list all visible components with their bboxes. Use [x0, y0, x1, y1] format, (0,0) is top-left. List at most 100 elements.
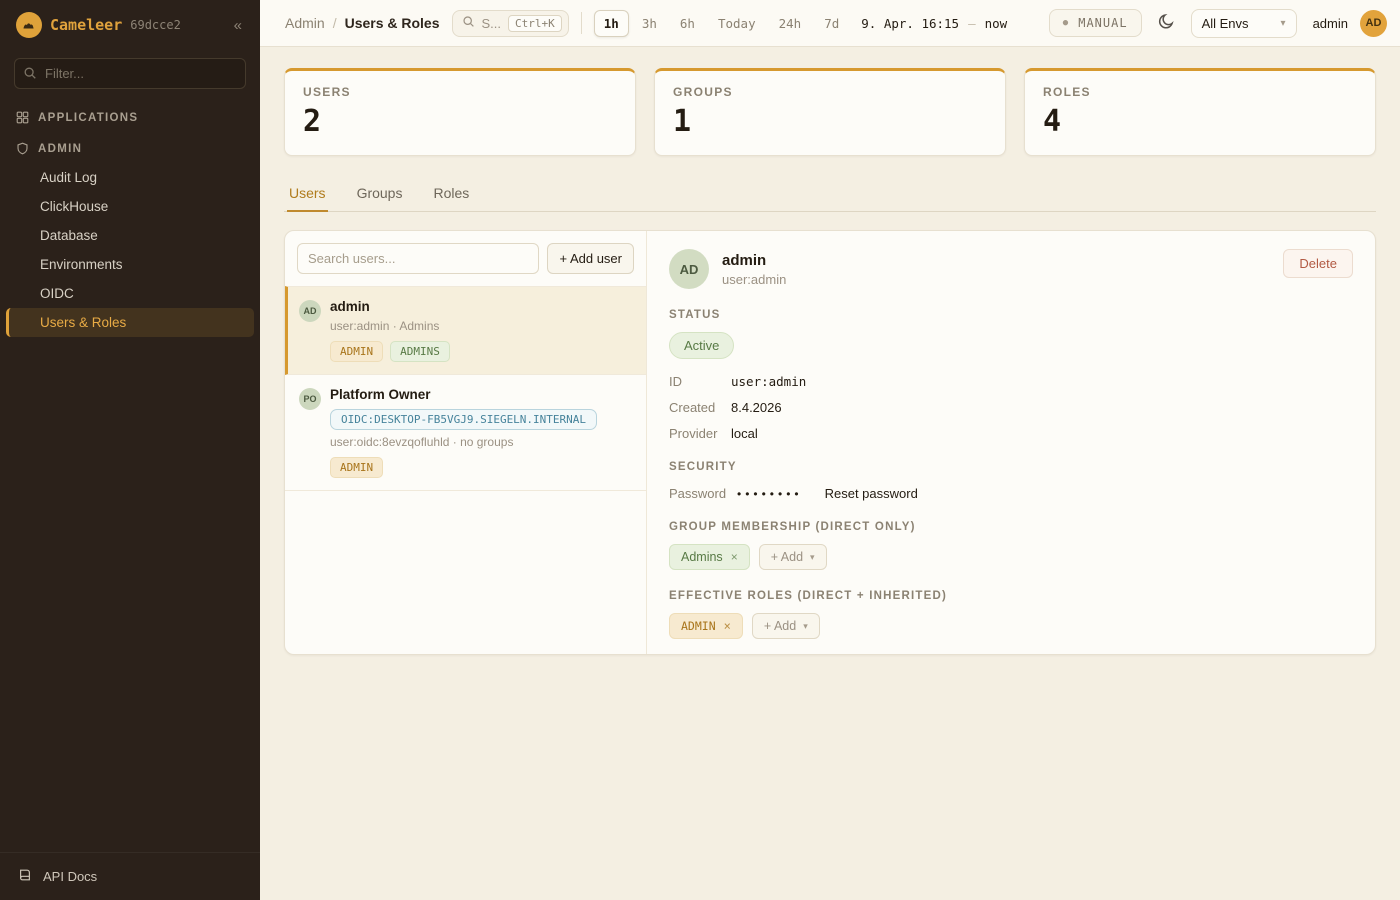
env-select[interactable]: All Envs ▾ — [1191, 9, 1297, 38]
app-title: Cameleer — [50, 16, 122, 34]
sidebar-item-audit-log[interactable]: Audit Log — [0, 163, 260, 192]
add-role-label: + Add — [764, 619, 796, 633]
add-role-button[interactable]: + Add ▾ — [752, 613, 820, 639]
sidebar-filter-input[interactable] — [14, 58, 246, 89]
time-range-3h[interactable]: 3h — [632, 10, 667, 37]
user-list-item-platform-owner[interactable]: PO Platform Owner OIDC:DESKTOP-FB5VGJ9.S… — [285, 375, 646, 491]
sidebar-section-label: APPLICATIONS — [38, 112, 138, 124]
time-range-today[interactable]: Today — [708, 10, 766, 37]
time-display[interactable]: 9. Apr. 16:15 — now — [861, 16, 1007, 31]
breadcrumb-current: Users & Roles — [345, 15, 440, 31]
sidebar-item-database[interactable]: Database — [0, 221, 260, 250]
stat-value: 1 — [673, 104, 987, 139]
book-icon — [18, 868, 32, 885]
breadcrumb-admin[interactable]: Admin — [285, 15, 325, 31]
manual-label: MANUAL — [1078, 16, 1127, 30]
detail-user-id: user:admin — [722, 272, 786, 287]
role-chips: ADMIN × + Add ▾ — [669, 613, 1353, 639]
dark-mode-toggle[interactable] — [1154, 9, 1179, 37]
password-row: Password •••••••• Reset password — [669, 486, 1353, 501]
global-search-button[interactable]: S... Ctrl+K — [452, 10, 569, 37]
sidebar-collapse-button[interactable]: « — [228, 15, 248, 36]
search-shortcut-hint: Ctrl+K — [508, 15, 562, 32]
time-range-group: 1h 3h 6h Today 24h 7d — [594, 10, 849, 37]
main-area: Admin / Users & Roles S... Ctrl+K 1h 3h … — [260, 0, 1400, 900]
sidebar-header: Cameleer 69dcce2 « — [0, 0, 260, 50]
time-range-1h[interactable]: 1h — [594, 10, 629, 37]
sidebar-item-environments[interactable]: Environments — [0, 250, 260, 279]
page-content: USERS 2 GROUPS 1 ROLES 4 Users Groups Ro… — [260, 47, 1400, 900]
tab-groups[interactable]: Groups — [355, 178, 405, 212]
tab-roles[interactable]: Roles — [431, 178, 471, 212]
stat-card-roles: ROLES 4 — [1024, 68, 1376, 156]
detail-identity: admin user:admin — [722, 252, 786, 287]
remove-icon[interactable]: × — [731, 551, 738, 563]
user-name: Platform Owner — [330, 387, 632, 402]
add-group-label: + Add — [771, 550, 803, 564]
remove-icon[interactable]: × — [724, 620, 731, 632]
user-name: admin — [330, 299, 632, 314]
avatar: AD — [669, 249, 709, 289]
user-list-item-admin[interactable]: AD admin user:admin · Admins ADMIN ADMIN… — [285, 286, 646, 375]
password-label: Password — [669, 486, 737, 501]
search-icon — [462, 15, 475, 31]
add-group-button[interactable]: + Add ▾ — [759, 544, 827, 570]
add-user-button[interactable]: + Add user — [547, 243, 634, 274]
time-range-7d[interactable]: 7d — [814, 10, 849, 37]
user-subtitle: user:oidc:8evzqofluhld · no groups — [330, 435, 632, 449]
tab-users[interactable]: Users — [287, 178, 328, 212]
stat-card-groups: GROUPS 1 — [654, 68, 1006, 156]
camel-logo-icon — [16, 12, 42, 38]
group-membership-section-label: GROUP MEMBERSHIP (DIRECT ONLY) — [669, 521, 1353, 533]
breadcrumb-separator: / — [333, 15, 337, 31]
api-docs-link[interactable]: API Docs — [0, 852, 260, 900]
detail-fields: ID user:admin Created 8.4.2026 Provider … — [669, 374, 1353, 441]
time-range-24h[interactable]: 24h — [769, 10, 812, 37]
user-badges: ADMIN — [330, 457, 632, 478]
manual-refresh-button[interactable]: ● MANUAL — [1049, 9, 1142, 37]
detail-user-name: admin — [722, 252, 786, 269]
stat-label: ROLES — [1043, 85, 1357, 99]
group-badge: ADMINS — [390, 341, 450, 362]
header-divider — [581, 12, 582, 34]
role-chip-label: ADMIN — [681, 619, 716, 633]
group-chip-admins[interactable]: Admins × — [669, 544, 750, 570]
stat-label: GROUPS — [673, 85, 987, 99]
user-detail-panel: Delete AD admin user:admin STATUS Active… — [647, 231, 1375, 654]
sidebar: Cameleer 69dcce2 « APPLICATIONS ADMIN Au… — [0, 0, 260, 900]
time-end: now — [985, 16, 1008, 31]
chevron-down-icon: ▾ — [1281, 18, 1286, 29]
role-badge: ADMIN — [330, 341, 383, 362]
role-chip-admin[interactable]: ADMIN × — [669, 613, 743, 639]
sidebar-section-label: ADMIN — [38, 143, 82, 155]
moon-icon — [1158, 13, 1175, 33]
detail-header: AD admin user:admin — [669, 249, 1353, 289]
grid-icon — [16, 111, 29, 124]
user-badges: ADMIN ADMINS — [330, 341, 632, 362]
sidebar-nav: Audit Log ClickHouse Database Environmen… — [0, 163, 260, 337]
role-badge: ADMIN — [330, 457, 383, 478]
search-users-input[interactable] — [297, 243, 539, 274]
current-user-label: admin — [1313, 16, 1348, 31]
api-docs-label: API Docs — [43, 869, 97, 884]
stat-card-users: USERS 2 — [284, 68, 636, 156]
app-version: 69dcce2 — [130, 18, 181, 32]
sidebar-item-clickhouse[interactable]: ClickHouse — [0, 192, 260, 221]
reset-password-link[interactable]: Reset password — [825, 486, 918, 501]
sidebar-item-oidc[interactable]: OIDC — [0, 279, 260, 308]
search-icon — [23, 66, 37, 85]
sidebar-section-applications[interactable]: APPLICATIONS — [0, 101, 260, 132]
breadcrumb: Admin / Users & Roles — [285, 15, 440, 31]
field-key: ID — [669, 374, 731, 389]
user-list-toolbar: + Add user — [285, 231, 646, 286]
user-avatar[interactable]: AD — [1360, 10, 1387, 37]
time-separator: — — [968, 16, 976, 31]
sidebar-section-admin[interactable]: ADMIN — [0, 132, 260, 163]
sidebar-item-users-roles[interactable]: Users & Roles — [6, 308, 254, 337]
delete-user-button[interactable]: Delete — [1283, 249, 1353, 278]
oidc-badge: OIDC:DESKTOP-FB5VGJ9.SIEGELN.INTERNAL — [330, 409, 597, 430]
status-section-label: STATUS — [669, 309, 1353, 321]
time-range-6h[interactable]: 6h — [670, 10, 705, 37]
shield-icon — [16, 142, 29, 155]
user-item-body: admin user:admin · Admins ADMIN ADMINS — [330, 299, 632, 362]
